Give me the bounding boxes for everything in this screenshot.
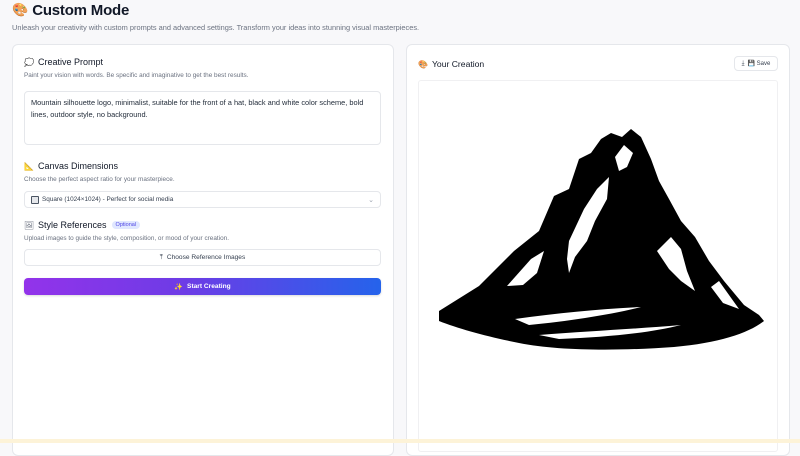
upload-icon: ⤒ [159,253,163,261]
creative-prompt-section: 💭 Creative Prompt Paint your vision with… [24,57,249,79]
choose-reference-images-label: Choose Reference Images [166,254,246,261]
download-icon: ⤓ [741,59,745,67]
start-creating-label: Start Creating [187,283,231,290]
settings-panel: 💭 Creative Prompt Paint your vision with… [12,44,394,456]
creative-prompt-title: Creative Prompt [38,57,104,67]
generated-image [418,80,778,452]
save-button[interactable]: ⤓ 💾 Save [734,56,778,71]
style-references-description: Upload images to guide the style, compos… [24,235,229,242]
creation-panel: 🎨 Your Creation ⤓ 💾 Save [406,44,790,456]
bottom-strip [0,439,800,443]
prompt-textarea[interactable]: Mountain silhouette logo, minimalist, su… [24,91,381,145]
palette-icon: 🎨 [12,2,29,17]
mountain-silhouette [439,129,764,350]
ruler-icon: 📐 [24,161,34,171]
chevron-down-icon: ⌄ [368,197,374,204]
style-references-section: 🖼 Style References Optional Upload image… [24,220,229,242]
dimensions-selected-value: Square (1024×1024) - Perfect for social … [42,196,174,203]
style-references-heading: 🖼 Style References Optional [24,220,229,230]
speech-bubble-icon: 💭 [24,57,34,67]
canvas-dimensions-heading: 📐 Canvas Dimensions [24,161,175,171]
creative-prompt-heading: 💭 Creative Prompt [24,57,249,67]
dimensions-select[interactable]: Square (1024×1024) - Perfect for social … [24,191,381,208]
page-header: 🎨 Custom Mode Unleash your creativity wi… [12,0,420,33]
mountain-logo-image [439,129,764,350]
canvas-dimensions-description: Choose the perfect aspect ratio for your… [24,176,175,183]
your-creation-title: Your Creation [431,59,485,69]
square-icon [31,195,39,204]
image-icon: 🖼 [23,220,35,230]
optional-badge: Optional [111,221,141,229]
start-creating-button[interactable]: ✨ Start Creating [24,278,381,295]
style-references-title: Style References [38,220,107,230]
title-row: 🎨 Custom Mode [12,0,419,20]
creative-prompt-description: Paint your vision with words. Be specifi… [24,72,249,79]
canvas-dimensions-title: Canvas Dimensions [38,161,119,171]
choose-reference-images-button[interactable]: ⤒ Choose Reference Images [24,249,381,266]
canvas-dimensions-section: 📐 Canvas Dimensions Choose the perfect a… [24,161,175,183]
page-title: Custom Mode [32,1,130,19]
magic-wand-icon: ✨ [174,283,184,291]
palette-icon: 🎨 [418,59,428,69]
your-creation-heading: 🎨 Your Creation [418,59,484,69]
page-subtitle: Unleash your creativity with custom prom… [12,23,420,32]
save-label: 💾 Save [747,61,771,67]
